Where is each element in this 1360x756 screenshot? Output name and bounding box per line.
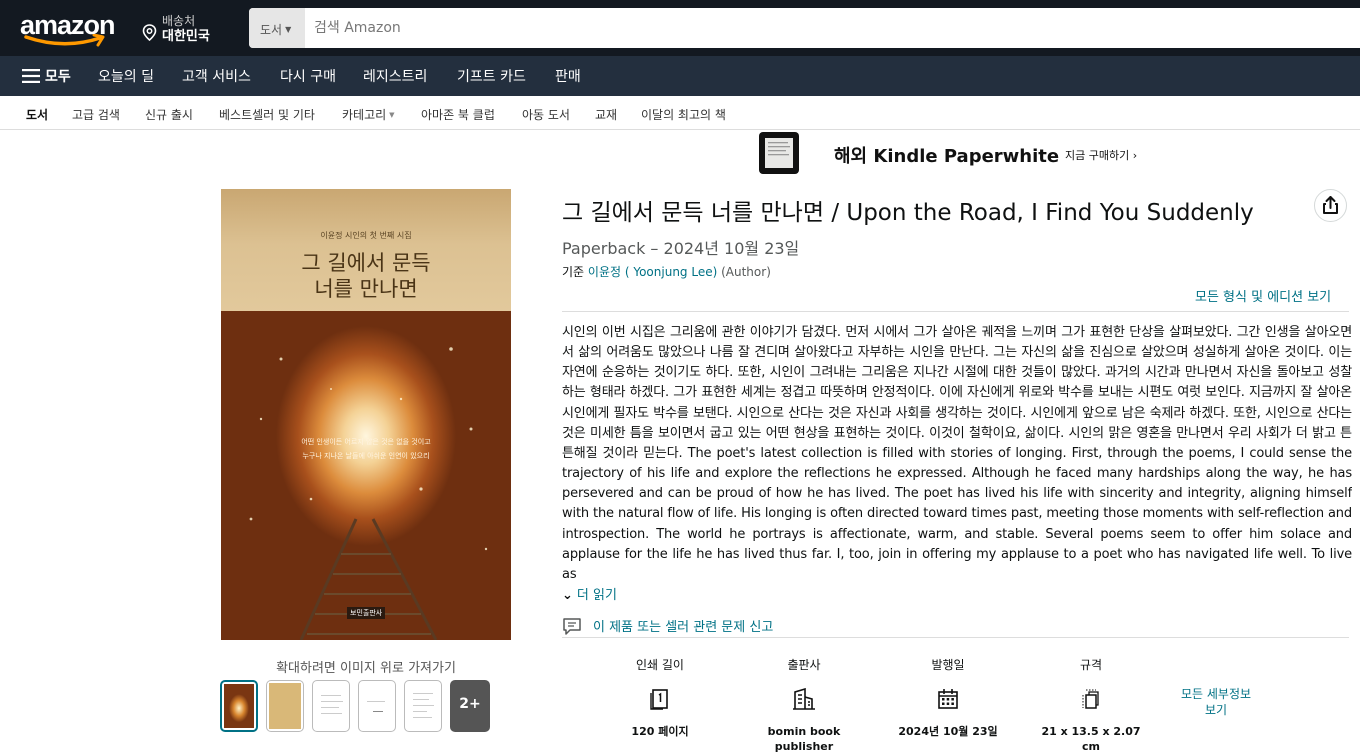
author-link[interactable]: 이윤정 ( Yoonjung Lee) <box>588 265 717 279</box>
byline: 기준 이윤정 ( Yoonjung Lee) (Author) <box>562 263 771 280</box>
subnav-textbooks[interactable]: 교재 <box>595 106 617 123</box>
nav-gift-cards[interactable]: 기프트 카드 <box>457 66 526 86</box>
format-and-date: Paperback – 2024년 10월 23일 <box>562 239 800 258</box>
cover-body-line2: 누구나 지나온 날들에 아쉬운 인연이 있으리 <box>302 452 430 460</box>
caret-down-icon: ▼ <box>389 111 395 119</box>
chevron-down-icon: ⌄ <box>562 588 573 603</box>
more-images-button[interactable]: 2+ <box>450 680 490 732</box>
thumbnail-1[interactable] <box>220 680 258 732</box>
thumbnail-cover-image <box>224 684 254 728</box>
cover-publisher: 보민출판사 <box>347 607 386 619</box>
see-all-details-link[interactable]: 모든 세부정보 보기 <box>1176 686 1256 718</box>
share-icon <box>1323 196 1338 214</box>
report-flag-icon <box>563 618 581 635</box>
subnav-book-club[interactable]: 아마존 북 클럽 <box>421 106 495 123</box>
subnav-advanced-search[interactable]: 고급 검색 <box>72 106 120 123</box>
dimensions-icon <box>1082 689 1099 709</box>
detail-publication-date: 발행일 2024년 10월 23일 <box>893 656 1003 739</box>
subnav-childrens-books[interactable]: 아동 도서 <box>522 106 570 123</box>
top-navbar: amazon 배송처 대한민국 도서 ▼ <box>0 0 1360 56</box>
byline-prefix: 기준 <box>562 265 585 279</box>
amazon-logo[interactable]: amazon <box>20 8 120 48</box>
deliver-to[interactable]: 배송처 대한민국 <box>142 12 232 44</box>
detail-label: 규격 <box>1079 658 1103 672</box>
location-pin-icon <box>142 24 157 41</box>
book-cover-image[interactable]: 이윤정 시인의 첫 번째 시집 그 길에서 문득 너를 만나면 어떤 인생이든 … <box>221 189 511 640</box>
search-category-label: 도서 <box>260 23 283 37</box>
thumbnail-back-cover-image <box>269 683 301 729</box>
nav-sell[interactable]: 판매 <box>555 66 581 86</box>
books-subnav: 도서 고급 검색 신규 출시 베스트셀러 및 기타 카테고리 ▼ 아마존 북 클럽… <box>0 96 1360 130</box>
detail-label: 인쇄 길이 <box>636 658 684 672</box>
nav-registry[interactable]: 레지스트리 <box>363 66 427 86</box>
cover-body-line1: 어떤 인생이든 어르지 않은 것은 없을 것이고 <box>301 438 431 446</box>
banner-title: 해외 Kindle Paperwhite <box>834 146 1060 167</box>
all-formats-link[interactable]: 모든 형식 및 에디션 보기 <box>1195 286 1331 305</box>
read-more-link[interactable]: ⌄ 더 읽기 <box>562 584 617 603</box>
calendar-icon <box>938 689 958 709</box>
subnav-best-sellers[interactable]: 베스트셀러 및 기타 <box>219 106 315 123</box>
logo-smile-icon <box>24 34 105 47</box>
detail-publisher: 출판사 bomin book publisher <box>749 656 859 754</box>
subnav-new-releases[interactable]: 신규 출시 <box>145 106 193 123</box>
report-issue-link[interactable]: 이 제품 또는 셀러 관련 문제 신고 <box>593 616 773 635</box>
search-category-dropdown[interactable]: 도서 ▼ <box>249 8 305 48</box>
thumbnail-3[interactable] <box>312 680 350 732</box>
all-menu-label: 모두 <box>45 69 71 85</box>
detail-label: 출판사 <box>787 658 821 672</box>
thumbnail-5[interactable] <box>404 680 442 732</box>
subnav-categories-label: 카테고리 <box>342 108 387 122</box>
all-menu-button[interactable]: 모두 <box>22 66 71 86</box>
nav-customer-service[interactable]: 고객 서비스 <box>182 66 251 86</box>
thumbnail-2[interactable] <box>266 680 304 732</box>
main-nav: 모두 오늘의 딜 고객 서비스 다시 구매 레지스트리 기프트 카드 판매 <box>0 56 1360 96</box>
cover-title-line2: 너를 만나면 <box>314 277 418 301</box>
hamburger-icon <box>22 69 40 83</box>
caret-down-icon: ▼ <box>285 25 292 34</box>
kindle-device-icon <box>759 132 799 174</box>
subnav-categories[interactable]: 카테고리 ▼ <box>342 106 395 123</box>
nav-todays-deals[interactable]: 오늘의 딜 <box>98 66 154 86</box>
building-icon <box>793 687 815 710</box>
detail-label: 발행일 <box>931 658 965 672</box>
search-bar: 도서 ▼ <box>249 8 1360 48</box>
detail-value: 120 페이지 <box>631 725 689 738</box>
cover-series-text: 이윤정 시인의 첫 번째 시집 <box>320 231 412 240</box>
subnav-books[interactable]: 도서 <box>26 106 48 123</box>
detail-dimensions: 규격 21 x 13.5 x 2.07 cm <box>1036 656 1146 754</box>
thumbnail-4[interactable] <box>358 680 396 732</box>
banner-buy-link[interactable]: 지금 구매하기 › <box>1065 147 1137 163</box>
detail-value: 21 x 13.5 x 2.07 cm <box>1041 725 1141 753</box>
zoom-hint: 확대하려면 이미지 위로 가져가기 <box>276 661 456 676</box>
divider <box>562 637 1349 638</box>
divider <box>562 311 1349 312</box>
author-role: (Author) <box>721 265 771 279</box>
product-title: 그 길에서 문득 너를 만나면 / Upon the Road, I Find … <box>562 200 1254 226</box>
share-button[interactable] <box>1314 189 1347 222</box>
subnav-best-of-month[interactable]: 이달의 최고의 책 <box>641 106 726 123</box>
search-input[interactable] <box>305 8 1360 48</box>
book-description: 시인의 이번 시집은 그리움에 관한 이야기가 담겼다. 먼저 시에서 그가 살… <box>562 325 1352 581</box>
detail-value: 2024년 10월 23일 <box>898 725 998 738</box>
read-more-label: 더 읽기 <box>576 588 617 603</box>
deliver-country: 대한민국 <box>162 29 210 44</box>
book-pages-icon <box>650 689 668 710</box>
nav-buy-again[interactable]: 다시 구매 <box>280 66 336 86</box>
kindle-ad-banner[interactable]: 해외 Kindle Paperwhite 지금 구매하기 › <box>757 131 1157 177</box>
detail-value: bomin book publisher <box>767 725 841 753</box>
detail-print-length: 인쇄 길이 120 페이지 <box>605 656 715 739</box>
